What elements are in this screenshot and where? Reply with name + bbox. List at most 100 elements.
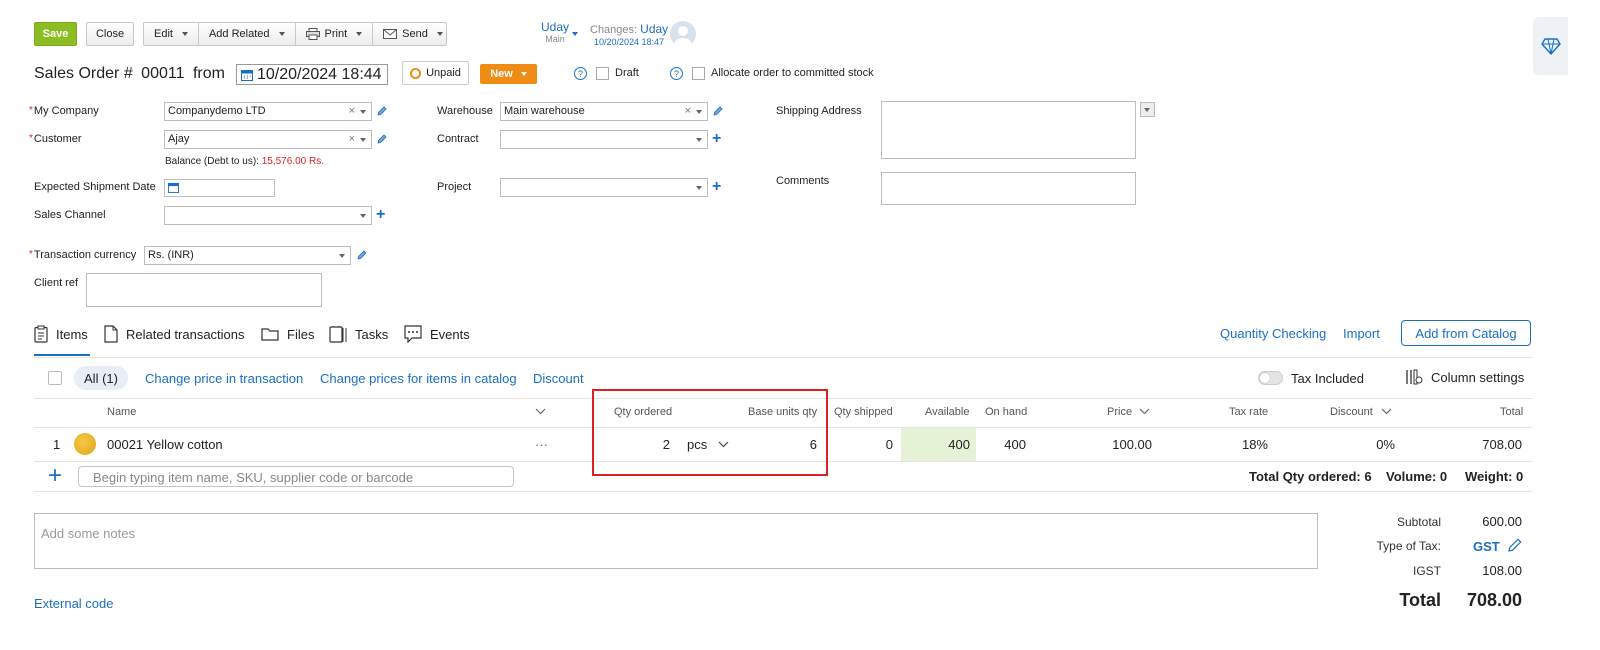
chevron-down-icon[interactable] bbox=[572, 32, 578, 36]
allocate-checkbox[interactable] bbox=[692, 67, 705, 80]
col-header-qty-shipped[interactable]: Qty shipped bbox=[834, 406, 893, 418]
currency-select[interactable]: Rs. (INR) bbox=[144, 246, 351, 265]
expected-shipment-date-field[interactable] bbox=[164, 179, 275, 197]
item-name-link[interactable]: 00021 Yellow cotton bbox=[107, 437, 223, 452]
send-menu-button[interactable]: Send bbox=[373, 23, 453, 45]
subtotal-value: 600.00 bbox=[1482, 514, 1522, 529]
save-button[interactable]: Save bbox=[34, 22, 77, 46]
filter-all-pill[interactable]: All (1) bbox=[74, 366, 128, 390]
chat-bubble-icon bbox=[404, 325, 422, 343]
project-select[interactable] bbox=[500, 178, 708, 197]
clear-icon[interactable]: × bbox=[685, 105, 691, 117]
change-price-transaction-link[interactable]: Change price in transaction bbox=[145, 371, 303, 386]
shipping-address-textarea[interactable] bbox=[881, 101, 1136, 159]
warehouse-select[interactable]: Main warehouse × bbox=[500, 102, 708, 121]
order-number: 00011 bbox=[141, 65, 185, 82]
chevron-down-icon bbox=[278, 32, 285, 36]
changes-info: Changes: Uday bbox=[590, 22, 668, 36]
quantity-checking-link[interactable]: Quantity Checking bbox=[1220, 326, 1326, 341]
total-label: Total bbox=[1399, 590, 1441, 610]
col-header-discount[interactable]: Discount bbox=[1330, 406, 1373, 418]
tab-label: Files bbox=[287, 326, 315, 342]
col-header-on-hand[interactable]: On hand bbox=[985, 406, 1027, 418]
page-title: Sales Order # 00011 from bbox=[34, 65, 225, 83]
tab-divider bbox=[34, 357, 1532, 358]
col-header-price[interactable]: Price bbox=[1107, 406, 1132, 418]
edit-pencil-icon[interactable] bbox=[376, 105, 388, 117]
balance-label: Balance (Debt to us): bbox=[165, 156, 259, 167]
chevron-down-icon bbox=[436, 32, 443, 36]
close-button[interactable]: Close bbox=[86, 22, 134, 46]
discount-link[interactable]: Discount bbox=[533, 371, 584, 386]
select-all-checkbox[interactable] bbox=[48, 371, 62, 385]
clear-icon[interactable]: × bbox=[349, 105, 355, 117]
total-value: 708.00 bbox=[1466, 590, 1522, 610]
toggle-knob bbox=[1260, 373, 1270, 383]
column-settings-button[interactable]: Column settings bbox=[1405, 368, 1524, 386]
price-input[interactable]: 100.00 bbox=[1090, 437, 1152, 452]
tab-files[interactable]: Files bbox=[261, 322, 314, 346]
payment-status-badge[interactable]: Unpaid bbox=[402, 61, 469, 85]
client-ref-textarea[interactable] bbox=[86, 273, 322, 307]
col-header-tax-rate[interactable]: Tax rate bbox=[1229, 406, 1268, 418]
discount-value[interactable]: 0% bbox=[1360, 437, 1395, 452]
igst-label: IGST bbox=[1412, 564, 1441, 578]
edit-pencil-icon[interactable] bbox=[356, 249, 368, 261]
change-price-catalog-link[interactable]: Change prices for items in catalog bbox=[320, 371, 517, 386]
contract-select[interactable] bbox=[500, 130, 708, 149]
my-company-select[interactable]: Companydemo LTD × bbox=[164, 102, 372, 121]
tax-included-toggle[interactable] bbox=[1258, 371, 1283, 385]
col-header-total[interactable]: Total bbox=[1500, 406, 1523, 418]
add-related-menu-button[interactable]: Add Related bbox=[199, 23, 296, 45]
add-item-plus-icon[interactable]: + bbox=[48, 462, 62, 490]
avatar[interactable] bbox=[670, 21, 696, 47]
status-ring-icon bbox=[410, 67, 422, 79]
comments-textarea[interactable] bbox=[881, 172, 1136, 205]
edit-menu-button[interactable]: Edit bbox=[144, 23, 199, 45]
print-menu-button[interactable]: Print bbox=[296, 23, 374, 45]
row-more-menu-icon[interactable]: ··· bbox=[535, 437, 548, 452]
chevron-down-icon[interactable] bbox=[535, 408, 546, 415]
chevron-down-icon[interactable] bbox=[1139, 408, 1150, 415]
add-item-search-input[interactable]: Begin typing item name, SKU, supplier co… bbox=[78, 466, 514, 487]
edit-pencil-icon[interactable] bbox=[1507, 537, 1523, 553]
chevron-down-icon[interactable] bbox=[1381, 408, 1392, 415]
chevron-down-icon bbox=[181, 32, 188, 36]
edit-pencil-icon[interactable] bbox=[712, 105, 724, 117]
tax-rate-value[interactable]: 18% bbox=[1230, 437, 1268, 452]
col-header-available[interactable]: Available bbox=[925, 406, 969, 418]
customer-select[interactable]: Ajay × bbox=[164, 130, 372, 149]
print-label: Print bbox=[324, 28, 348, 40]
col-header-name[interactable]: Name bbox=[107, 406, 136, 418]
widget-panel-toggle[interactable] bbox=[1533, 17, 1568, 75]
sales-channel-select[interactable] bbox=[164, 206, 372, 225]
tab-tasks[interactable]: Tasks bbox=[329, 322, 388, 346]
volume-summary: Volume: 0 bbox=[1386, 469, 1448, 484]
annotation-highlight-box bbox=[592, 389, 828, 476]
tab-events[interactable]: Events bbox=[404, 322, 470, 346]
stage-dropdown-button[interactable]: New bbox=[480, 64, 537, 84]
tab-items[interactable]: Items bbox=[34, 322, 88, 346]
add-from-catalog-button[interactable]: Add from Catalog bbox=[1401, 320, 1531, 346]
help-icon[interactable]: ? bbox=[574, 67, 587, 80]
add-project-icon[interactable]: + bbox=[712, 179, 721, 195]
draft-checkbox[interactable] bbox=[596, 67, 609, 80]
changes-user[interactable]: Uday bbox=[640, 22, 668, 36]
external-code-link[interactable]: External code bbox=[34, 596, 114, 611]
chevron-down-icon bbox=[360, 110, 366, 114]
add-related-label: Add Related bbox=[208, 28, 270, 40]
tab-related-transactions[interactable]: Related transactions bbox=[104, 322, 245, 346]
shipping-address-dropdown[interactable] bbox=[1140, 102, 1155, 117]
notes-textarea[interactable]: Add some notes bbox=[34, 513, 1318, 569]
order-date-field[interactable]: 10/20/2024 18:44 bbox=[236, 64, 388, 85]
envelope-icon bbox=[383, 29, 398, 39]
clear-icon[interactable]: × bbox=[349, 133, 355, 145]
help-icon[interactable]: ? bbox=[670, 67, 683, 80]
chevron-down-icon bbox=[360, 214, 366, 218]
edit-pencil-icon[interactable] bbox=[376, 133, 388, 145]
import-link[interactable]: Import bbox=[1343, 326, 1380, 341]
add-contract-icon[interactable]: + bbox=[712, 131, 721, 147]
add-sales-channel-icon[interactable]: + bbox=[376, 207, 385, 223]
expected-shipment-label: Expected Shipment Date bbox=[34, 181, 156, 193]
tax-type-value[interactable]: GST bbox=[1473, 539, 1500, 554]
